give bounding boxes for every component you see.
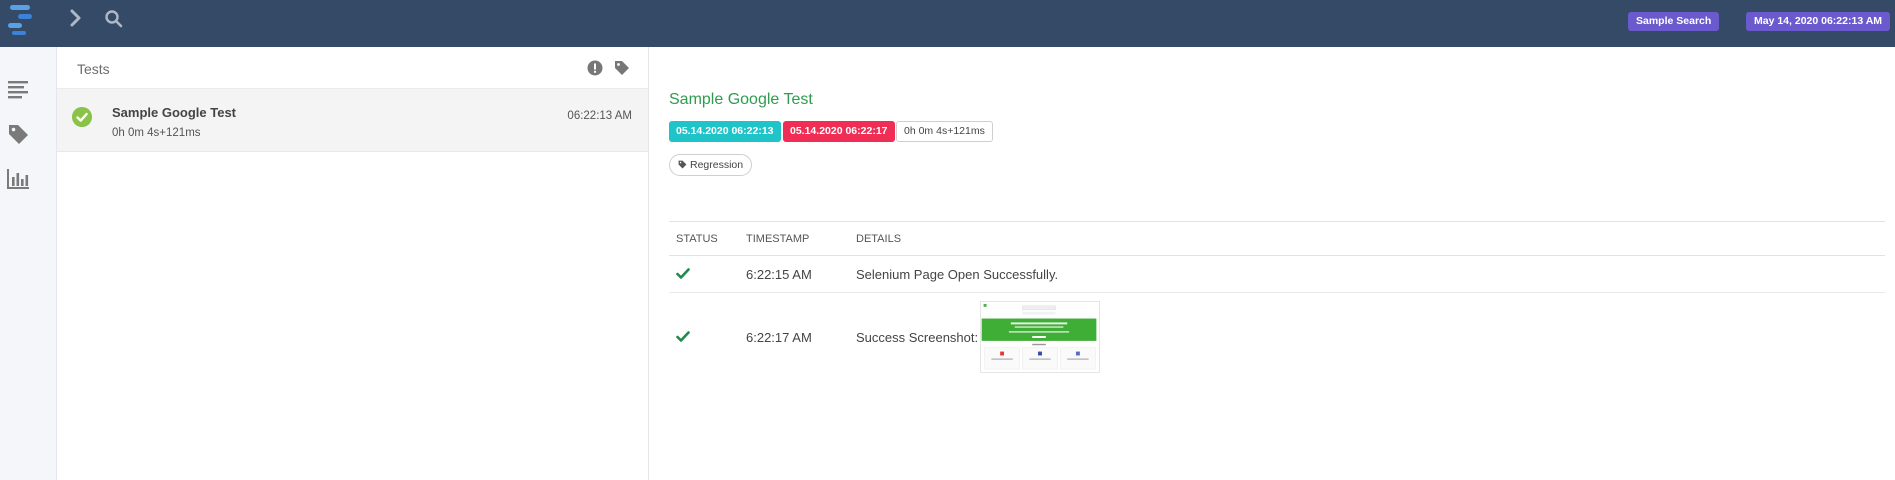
check-circle-icon: [72, 107, 92, 127]
steps-table-header: STATUS TIMESTAMP DETAILS: [669, 222, 1885, 256]
step-timestamp: 6:22:15 AM: [746, 267, 812, 282]
project-badge: Sample Search: [1628, 12, 1720, 31]
check-icon: [676, 331, 690, 342]
start-time-badge: 05.14.2020 06:22:13: [669, 121, 781, 142]
test-detail-title: Sample Google Test: [669, 91, 813, 108]
steps-table: STATUS TIMESTAMP DETAILS 6:22:15 AM Sele…: [669, 221, 1885, 381]
step-timestamp: 6:22:17 AM: [746, 330, 812, 345]
tag-icon[interactable]: [614, 60, 630, 76]
tag-icon: [678, 160, 687, 169]
column-header-status: STATUS: [676, 233, 718, 245]
list-icon[interactable]: [7, 78, 31, 100]
table-row: 6:22:17 AM Success Screenshot:: [669, 293, 1885, 381]
test-list-item[interactable]: Sample Google Test 0h 0m 4s+121ms 06:22:…: [57, 89, 648, 152]
category-tag[interactable]: Regression: [669, 154, 753, 176]
test-duration: 0h 0m 4s+121ms: [112, 127, 201, 139]
column-header-timestamp: TIMESTAMP: [746, 233, 810, 245]
end-time-badge: 05.14.2020 06:22:17: [783, 121, 895, 142]
tag-icon[interactable]: [7, 123, 31, 145]
screenshot-thumbnail[interactable]: [980, 301, 1100, 373]
duration-badge: 0h 0m 4s+121ms: [896, 121, 993, 142]
left-rail: [0, 47, 57, 480]
tests-title: Tests: [77, 61, 110, 77]
test-detail-panel: Sample Google Test 05.14.2020 06:22:13 0…: [650, 47, 1895, 480]
check-icon: [676, 268, 690, 279]
search-icon[interactable]: [104, 9, 124, 29]
table-row: 6:22:15 AM Selenium Page Open Successful…: [669, 256, 1885, 293]
column-header-details: DETAILS: [856, 233, 902, 245]
step-details: Selenium Page Open Successfully.: [856, 267, 1059, 282]
bar-chart-icon[interactable]: [7, 168, 31, 190]
tests-panel: Tests Sample Google Test 0h 0m 4s+121ms …: [57, 47, 649, 480]
logo-icon[interactable]: [8, 2, 36, 36]
test-start-time: 06:22:13 AM: [567, 110, 632, 122]
exclamation-icon[interactable]: [587, 60, 603, 76]
category-tag-label: Regression: [690, 159, 744, 171]
test-name: Sample Google Test: [112, 105, 237, 120]
top-bar: Sample Search May 14, 2020 06:22:13 AM: [0, 0, 1895, 47]
step-details: Success Screenshot:: [856, 330, 979, 345]
chevron-right-icon[interactable]: [66, 8, 86, 28]
tests-header: Tests: [57, 47, 648, 89]
run-date-badge: May 14, 2020 06:22:13 AM: [1746, 12, 1891, 31]
